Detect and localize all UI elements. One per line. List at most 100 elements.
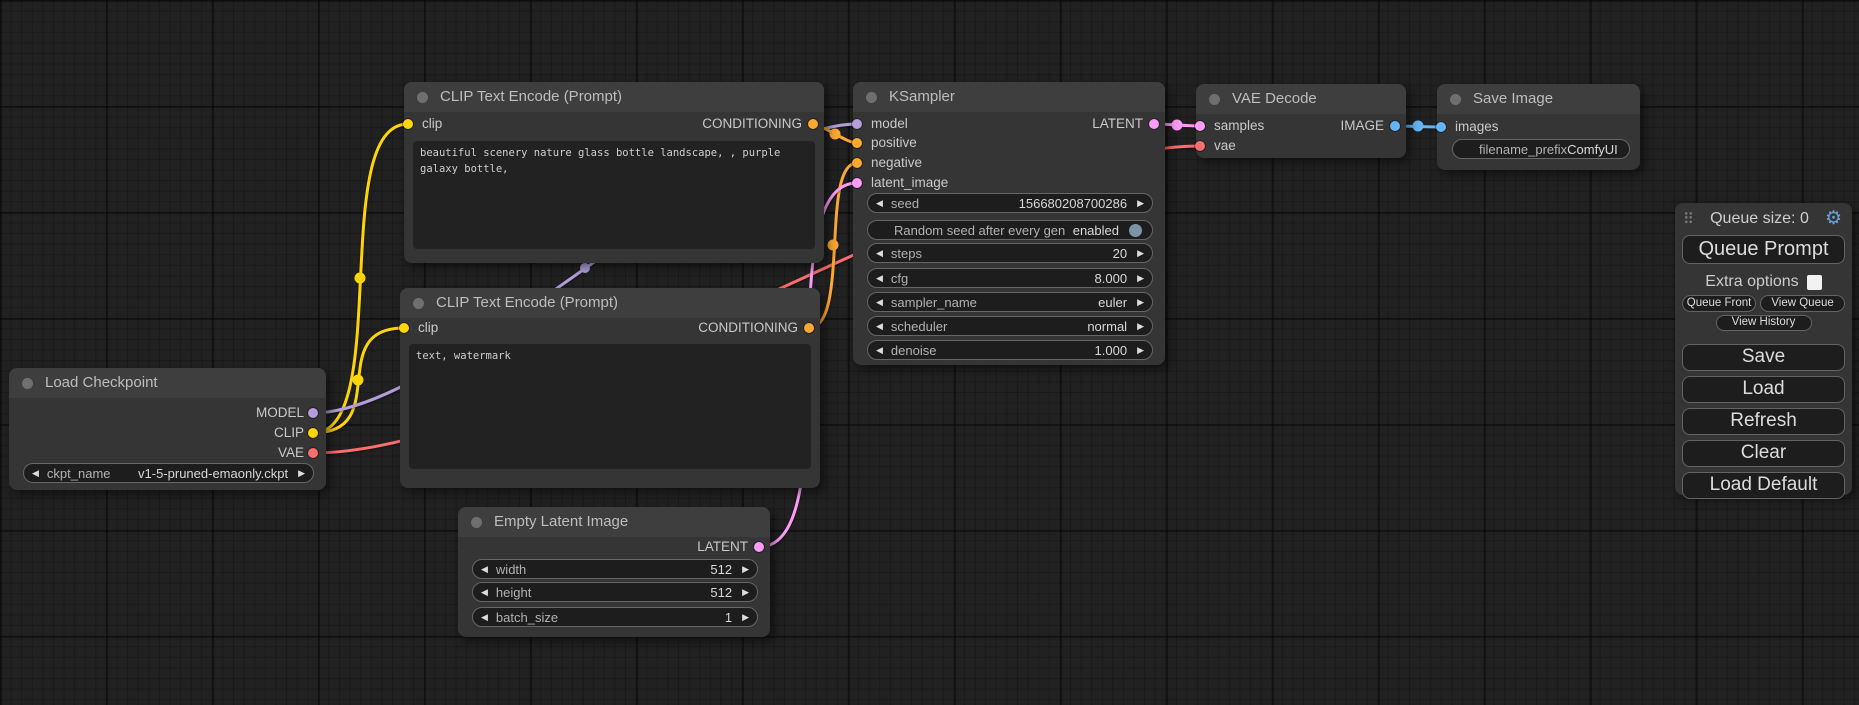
node-title-bar[interactable]: Empty Latent Image: [458, 507, 770, 537]
node-title-bar[interactable]: Load Checkpoint: [9, 368, 326, 398]
scheduler-widget[interactable]: ◀ scheduler normal ▶: [867, 316, 1153, 336]
increment-arrow-icon[interactable]: ▶: [742, 607, 749, 627]
input-port-model[interactable]: [852, 119, 862, 129]
node-title-bar[interactable]: VAE Decode: [1196, 84, 1406, 114]
width-widget[interactable]: ◀ width 512 ▶: [472, 559, 758, 579]
increment-arrow-icon[interactable]: ▶: [298, 463, 305, 483]
node-title-bar[interactable]: CLIP Text Encode (Prompt): [400, 288, 820, 318]
input-port-clip[interactable]: [399, 323, 409, 333]
increment-arrow-icon[interactable]: ▶: [1137, 292, 1144, 312]
widget-value[interactable]: v1-5-pruned-emaonly.ckpt: [138, 466, 288, 481]
load-default-button[interactable]: Load Default: [1682, 472, 1845, 499]
cfg-widget[interactable]: ◀ cfg 8.000 ▶: [867, 268, 1153, 288]
decrement-arrow-icon[interactable]: ◀: [481, 559, 488, 579]
widget-value[interactable]: euler: [1098, 295, 1127, 310]
collapse-dot-icon[interactable]: [22, 378, 33, 389]
input-port-vae[interactable]: [1195, 141, 1205, 151]
sampler-name-widget[interactable]: ◀ sampler_name euler ▶: [867, 292, 1153, 312]
collapse-dot-icon[interactable]: [413, 298, 424, 309]
batch-size-widget[interactable]: ◀ batch_size 1 ▶: [472, 607, 758, 627]
output-port-latent[interactable]: [754, 542, 764, 552]
input-label-images: images: [1455, 120, 1499, 134]
decrement-arrow-icon[interactable]: ◀: [876, 268, 883, 288]
output-port-conditioning[interactable]: [808, 119, 818, 129]
prompt-text-area[interactable]: text, watermark: [409, 344, 811, 469]
queue-front-button[interactable]: Queue Front: [1682, 295, 1756, 312]
filename-prefix-widget[interactable]: filename_prefix ComfyUI: [1452, 139, 1630, 159]
input-port-negative[interactable]: [852, 158, 862, 168]
increment-arrow-icon[interactable]: ▶: [1137, 243, 1144, 263]
decrement-arrow-icon[interactable]: ◀: [876, 292, 883, 312]
widget-value[interactable]: 512: [710, 562, 732, 577]
widget-value[interactable]: ComfyUI: [1567, 142, 1618, 157]
seed-widget[interactable]: ◀ seed 156680208700286 ▶: [867, 193, 1153, 213]
decrement-arrow-icon[interactable]: ◀: [32, 463, 39, 483]
decrement-arrow-icon[interactable]: ◀: [481, 582, 488, 602]
increment-arrow-icon[interactable]: ▶: [1137, 340, 1144, 360]
toggle-knob-icon[interactable]: [1129, 224, 1142, 237]
view-queue-button[interactable]: View Queue: [1760, 295, 1845, 312]
widget-value[interactable]: 1: [725, 610, 732, 625]
increment-arrow-icon[interactable]: ▶: [1137, 316, 1144, 336]
widget-value[interactable]: normal: [1087, 319, 1127, 334]
input-port-clip[interactable]: [403, 119, 413, 129]
input-port-images[interactable]: [1436, 122, 1446, 132]
node-empty-latent-image[interactable]: Empty Latent Image LATENT ◀ width 512 ▶ …: [458, 507, 770, 637]
decrement-arrow-icon[interactable]: ◀: [876, 316, 883, 336]
drag-handle-icon[interactable]: ⠿: [1683, 210, 1694, 228]
increment-arrow-icon[interactable]: ▶: [742, 559, 749, 579]
save-button[interactable]: Save: [1682, 344, 1845, 371]
collapse-dot-icon[interactable]: [1209, 94, 1220, 105]
output-port-conditioning[interactable]: [804, 323, 814, 333]
input-port-latent-image[interactable]: [852, 178, 862, 188]
collapse-dot-icon[interactable]: [471, 517, 482, 528]
increment-arrow-icon[interactable]: ▶: [742, 582, 749, 602]
queue-prompt-button[interactable]: Queue Prompt: [1682, 235, 1845, 264]
height-widget[interactable]: ◀ height 512 ▶: [472, 582, 758, 602]
node-clip-encode-positive[interactable]: CLIP Text Encode (Prompt) clip CONDITION…: [404, 82, 824, 263]
widget-value[interactable]: 156680208700286: [1019, 196, 1127, 211]
clear-button[interactable]: Clear: [1682, 440, 1845, 467]
node-load-checkpoint[interactable]: Load Checkpoint MODEL CLIP VAE ◀ ckpt_na…: [9, 368, 326, 490]
random-seed-toggle-widget[interactable]: Random seed after every gen enabled: [867, 220, 1153, 240]
output-port-clip[interactable]: [308, 428, 318, 438]
widget-value[interactable]: 1.000: [1095, 343, 1128, 358]
decrement-arrow-icon[interactable]: ◀: [876, 340, 883, 360]
decrement-arrow-icon[interactable]: ◀: [876, 243, 883, 263]
settings-gear-icon[interactable]: ⚙: [1825, 210, 1842, 228]
load-button[interactable]: Load: [1682, 376, 1845, 403]
increment-arrow-icon[interactable]: ▶: [1137, 268, 1144, 288]
collapse-dot-icon[interactable]: [1450, 94, 1461, 105]
view-history-button[interactable]: View History: [1716, 315, 1812, 331]
node-title-bar[interactable]: CLIP Text Encode (Prompt): [404, 82, 824, 112]
output-port-image[interactable]: [1390, 121, 1400, 131]
link-dot: [1172, 120, 1183, 131]
input-port-positive[interactable]: [852, 138, 862, 148]
collapse-dot-icon[interactable]: [417, 92, 428, 103]
node-title-bar[interactable]: Save Image: [1437, 84, 1640, 114]
input-port-samples[interactable]: [1195, 121, 1205, 131]
collapse-dot-icon[interactable]: [866, 92, 877, 103]
widget-value[interactable]: 20: [1113, 246, 1127, 261]
node-ksampler[interactable]: KSampler model positive negative latent_…: [853, 82, 1165, 365]
ckpt-name-widget[interactable]: ◀ ckpt_name v1-5-pruned-emaonly.ckpt ▶: [23, 463, 314, 483]
output-port-latent[interactable]: [1149, 119, 1159, 129]
output-port-vae[interactable]: [308, 448, 318, 458]
refresh-button[interactable]: Refresh: [1682, 408, 1845, 435]
node-vae-decode[interactable]: VAE Decode samples vae IMAGE: [1196, 84, 1406, 158]
steps-widget[interactable]: ◀ steps 20 ▶: [867, 243, 1153, 263]
increment-arrow-icon[interactable]: ▶: [1137, 193, 1144, 213]
node-clip-encode-negative[interactable]: CLIP Text Encode (Prompt) clip CONDITION…: [400, 288, 820, 488]
node-title-bar[interactable]: KSampler: [853, 82, 1165, 112]
widget-value[interactable]: 8.000: [1095, 271, 1128, 286]
node-graph-canvas[interactable]: Load Checkpoint MODEL CLIP VAE ◀ ckpt_na…: [0, 0, 1859, 705]
node-save-image[interactable]: Save Image images filename_prefix ComfyU…: [1437, 84, 1640, 170]
prompt-text-area[interactable]: beautiful scenery nature glass bottle la…: [413, 141, 815, 249]
queue-menu-panel[interactable]: ⠿ Queue size: 0 ⚙ Queue Prompt Extra opt…: [1675, 203, 1852, 495]
decrement-arrow-icon[interactable]: ◀: [876, 193, 883, 213]
extra-options-checkbox[interactable]: [1807, 275, 1822, 290]
decrement-arrow-icon[interactable]: ◀: [481, 607, 488, 627]
widget-value[interactable]: 512: [710, 585, 732, 600]
denoise-widget[interactable]: ◀ denoise 1.000 ▶: [867, 340, 1153, 360]
output-port-model[interactable]: [308, 408, 318, 418]
